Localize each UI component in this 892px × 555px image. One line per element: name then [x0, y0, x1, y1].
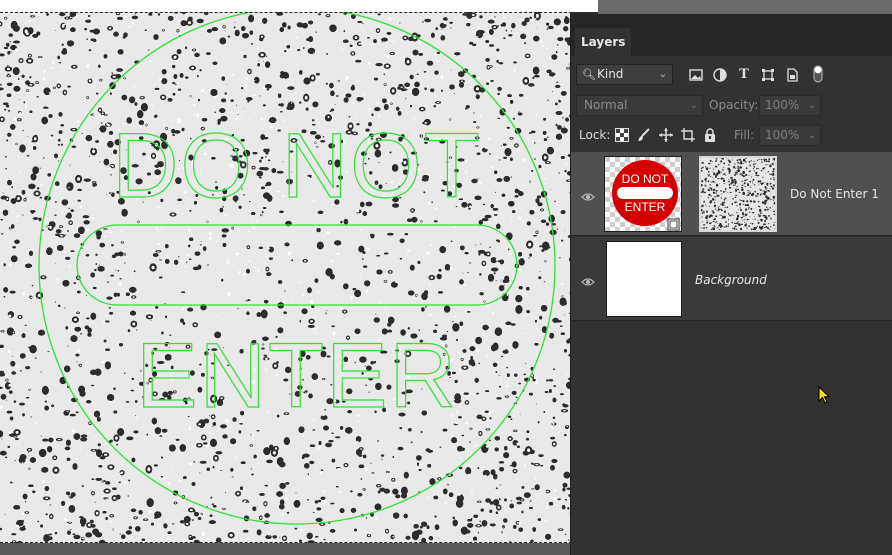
sign-text-bottom: ENTER — [136, 325, 458, 427]
search-icon: 🔍︎ — [582, 68, 596, 81]
layer-name-background[interactable]: Background — [695, 273, 767, 287]
lock-transparent-pixels-icon[interactable] — [615, 128, 629, 144]
fill-field[interactable]: 100% ⌄ — [759, 125, 821, 146]
canvas-top-edge — [0, 0, 598, 12]
mouse-cursor-icon — [818, 386, 831, 404]
blend-row: Normal ⌄ Opacity: 100% ⌄ — [571, 92, 892, 120]
artwork[interactable]: DO NOT ENTER — [0, 12, 570, 543]
thumb-text-bottom: ENTER — [625, 200, 666, 214]
opacity-field[interactable]: 100% ⌄ — [759, 95, 821, 116]
sign-circle-outline — [38, 12, 556, 525]
lock-label: Lock: — [579, 128, 611, 142]
thumb-text-top: DO NOT — [622, 172, 669, 186]
visibility-eye-icon[interactable] — [581, 273, 595, 286]
panel-tab-bar: Layers — [571, 14, 892, 56]
opacity-label: Opacity: — [709, 98, 759, 112]
lock-position-icon[interactable] — [659, 128, 673, 144]
chevron-down-icon: ⌄ — [807, 100, 816, 111]
layer-row[interactable]: DO NOT ENTER Do Not Enter 1 — [571, 152, 892, 236]
sign-text-top: DO NOT — [112, 115, 482, 217]
lock-all-icon[interactable] — [703, 128, 717, 144]
layer-thumbnail[interactable]: DO NOT ENTER — [604, 156, 682, 232]
layer-mask-thumbnail[interactable] — [699, 156, 777, 232]
sign-bar-outline — [76, 224, 518, 306]
lock-row: Lock: Fill: 100% ⌄ — [571, 122, 892, 150]
filter-kind-label: Kind — [597, 67, 624, 81]
blend-mode-value: Normal — [584, 98, 628, 112]
background-thumbnail[interactable] — [606, 241, 682, 317]
chevron-down-icon: ⌄ — [658, 69, 667, 80]
workspace-gutter — [598, 0, 892, 14]
opacity-value: 100% — [765, 98, 800, 112]
smart-object-filter-icon[interactable] — [785, 68, 799, 82]
layer-row-background[interactable]: Background — [571, 237, 892, 321]
fill-label: Fill: — [734, 128, 755, 142]
lock-artboard-icon[interactable] — [681, 128, 695, 144]
document-canvas[interactable]: DO NOT ENTER — [0, 0, 570, 555]
layer-name[interactable]: Do Not Enter 1 — [790, 187, 879, 201]
chevron-down-icon: ⌄ — [807, 130, 816, 141]
layers-panel: Layers 🔍︎ Kind ⌄ T Normal ⌄ Opacity: 100… — [570, 14, 892, 555]
tab-layers[interactable]: Layers — [575, 28, 632, 56]
layer-filter-row: 🔍︎ Kind ⌄ T — [571, 60, 892, 90]
type-filter-icon[interactable]: T — [737, 68, 751, 82]
lock-image-pixels-icon[interactable] — [637, 128, 651, 144]
filter-toggle-icon[interactable] — [811, 65, 825, 83]
shape-filter-icon[interactable] — [761, 68, 775, 82]
sign-outline: DO NOT ENTER — [38, 12, 556, 525]
adjustment-filter-icon[interactable] — [713, 68, 727, 82]
filter-kind-select[interactable]: 🔍︎ Kind ⌄ — [576, 64, 673, 85]
blend-mode-select[interactable]: Normal ⌄ — [576, 95, 703, 116]
fill-value: 100% — [765, 128, 800, 142]
visibility-eye-icon[interactable] — [581, 188, 595, 201]
image-filter-icon[interactable] — [689, 68, 703, 82]
chevron-down-icon: ⌄ — [689, 100, 698, 111]
